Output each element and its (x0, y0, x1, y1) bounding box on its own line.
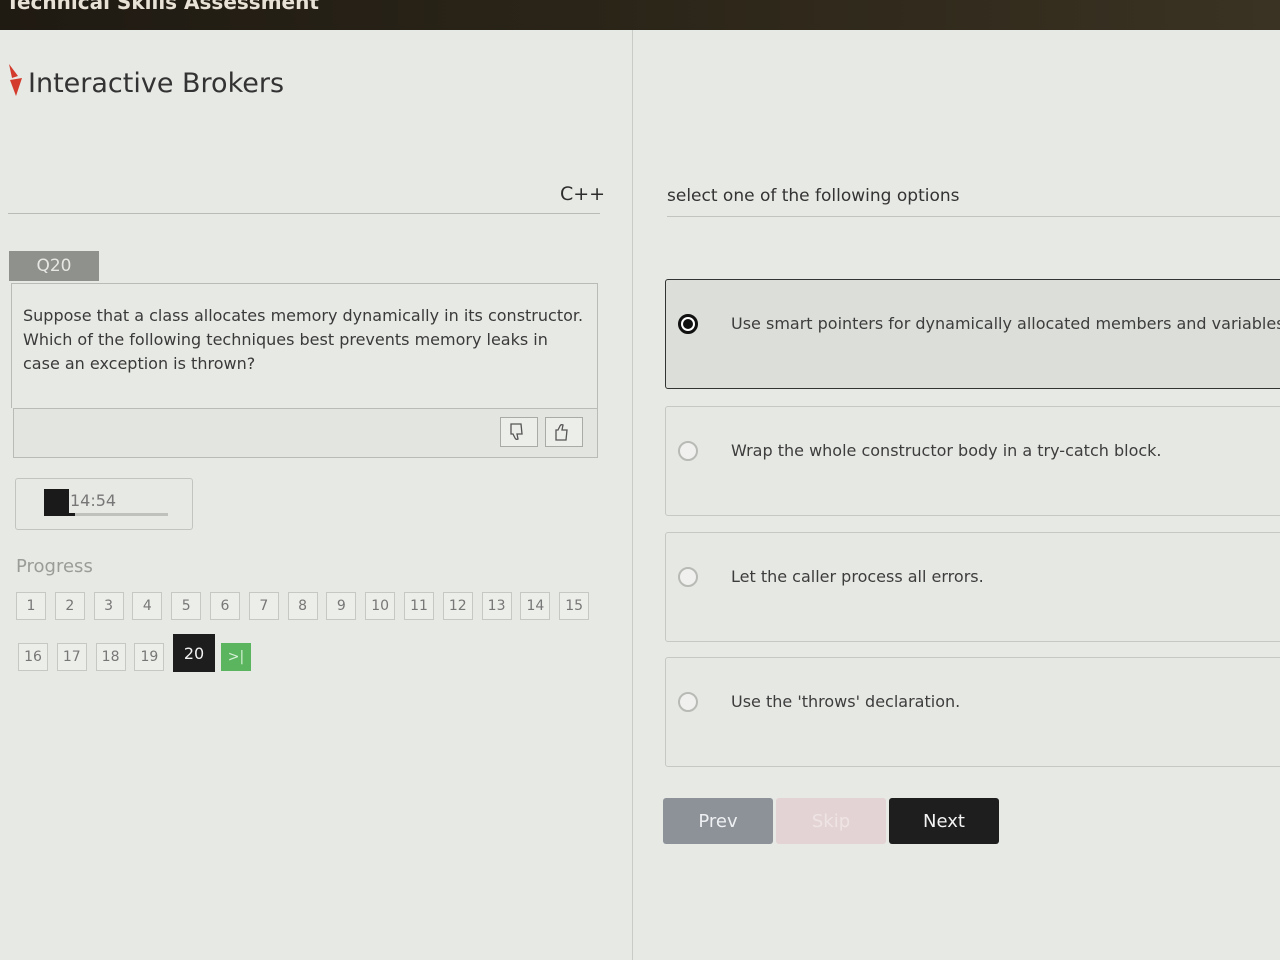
answer-option-3[interactable]: Let the caller process all errors. (665, 532, 1280, 642)
answer-radio[interactable] (678, 567, 698, 587)
column-divider (632, 30, 633, 960)
next-button[interactable]: Next (889, 798, 999, 844)
progress-page-button[interactable]: 1 (16, 592, 46, 620)
answer-option-2[interactable]: Wrap the whole constructor body in a try… (665, 406, 1280, 516)
brand-logo-icon (9, 64, 22, 96)
progress-page-button[interactable]: 9 (326, 592, 357, 620)
right-divider-line (667, 216, 1280, 217)
window-title-bar: Technical Skills Assessment (0, 0, 1280, 30)
answer-option-1[interactable]: Use smart pointers for dynamically alloc… (665, 279, 1280, 389)
answer-option-text: Wrap the whole constructor body in a try… (731, 441, 1162, 460)
brand-name: Interactive Brokers (28, 68, 285, 99)
progress-page-button[interactable]: 10 (365, 592, 396, 620)
progress-page-button[interactable]: 12 (442, 592, 473, 620)
prev-button[interactable]: Prev (663, 798, 773, 844)
progress-page-button[interactable]: 19 (134, 643, 165, 671)
progress-page-button[interactable]: 7 (248, 592, 279, 620)
answer-radio[interactable] (678, 692, 698, 712)
like-button[interactable] (545, 417, 583, 447)
timer-value: 14:54 (70, 491, 117, 510)
question-language: C++ (560, 183, 606, 205)
progress-page-button[interactable]: 17 (56, 643, 87, 671)
answer-radio[interactable] (678, 314, 698, 334)
progress-page-button[interactable]: 14 (520, 592, 551, 620)
window-title: Technical Skills Assessment (6, 0, 319, 14)
progress-page-button[interactable]: 6 (210, 592, 240, 620)
left-divider-line (8, 213, 600, 214)
answer-option-text: Use smart pointers for dynamically alloc… (731, 314, 1280, 333)
question-number-tab: Q20 (9, 251, 99, 281)
countdown-timer: 14:54 (15, 478, 193, 530)
progress-page-current[interactable]: 20 (173, 634, 215, 672)
progress-label: Progress (16, 556, 93, 577)
progress-jump-last-button[interactable]: >| (221, 643, 251, 671)
answer-option-4[interactable]: Use the 'throws' declaration. (665, 657, 1280, 767)
progress-page-button[interactable]: 5 (171, 592, 202, 620)
thumbs-up-icon (555, 424, 568, 441)
progress-page-button[interactable]: 13 (481, 592, 512, 620)
progress-page-button[interactable]: 18 (95, 643, 126, 671)
answer-radio[interactable] (678, 441, 698, 461)
timer-progress-fill (44, 513, 75, 516)
progress-page-button[interactable]: 11 (404, 592, 434, 620)
skip-button[interactable]: Skip (776, 798, 886, 844)
progress-page-button[interactable]: 3 (93, 592, 124, 620)
feedback-bar (13, 408, 598, 458)
progress-page-button[interactable]: 15 (559, 592, 590, 620)
timer-block (44, 489, 69, 513)
timer-progress-track (44, 513, 168, 516)
thumbs-down-icon (510, 423, 523, 440)
progress-page-button[interactable]: 4 (132, 592, 163, 620)
progress-page-button[interactable]: 8 (287, 592, 318, 620)
answer-option-text: Use the 'throws' declaration. (731, 692, 961, 711)
answer-instruction: select one of the following options (667, 186, 960, 206)
dislike-button[interactable] (500, 417, 538, 447)
question-text: Suppose that a class allocates memory dy… (23, 306, 584, 373)
answer-option-text: Let the caller process all errors. (731, 567, 984, 586)
progress-page-button[interactable]: 2 (54, 592, 85, 620)
progress-page-button[interactable]: 16 (18, 643, 48, 671)
question-box: Suppose that a class allocates memory dy… (11, 283, 598, 408)
